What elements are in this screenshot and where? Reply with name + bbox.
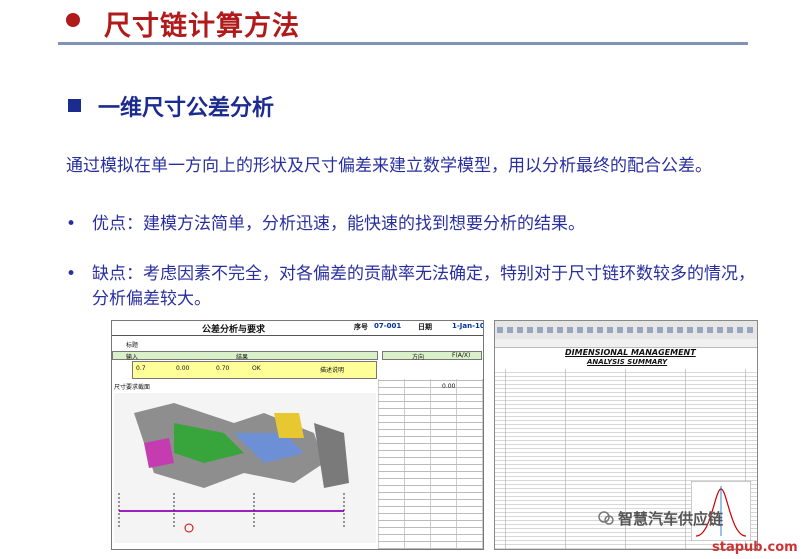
bullet-dot-icon: • [66, 214, 77, 234]
column-header-row [495, 339, 757, 348]
cell-value: 0.00 [442, 383, 456, 390]
bullet-text: 缺点：考虑因素不完全，对各偏差的贡献率无法确定，特别对于尺寸链环数较多的情况，分… [92, 264, 755, 309]
serial-value: 07-001 [374, 322, 402, 330]
slide-header: 尺寸链计算方法 [0, 0, 810, 48]
label-fax: F(A/X) [452, 352, 471, 359]
tolerance-analysis-sheet-image: 公差分析与要求 序号 07-001 日期 1-Jan-10 标题 输入 0.7 … [111, 320, 484, 550]
cell-value: 0.7 [136, 365, 146, 372]
section-bullet-icon [68, 99, 81, 112]
title-divider [58, 42, 748, 45]
intro-paragraph: 通过模拟在单一方向上的形状及尺寸偏差来建立数学模型，用以分析最终的配合公差。 [66, 156, 712, 176]
section-title: 一维尺寸公差分析 [98, 96, 275, 121]
label-result: 结果 [236, 354, 249, 361]
wechat-icon [598, 511, 614, 525]
cell-value: OK [252, 365, 261, 372]
label-section: 尺寸要求截面 [114, 384, 151, 391]
label-input: 输入 [126, 354, 139, 361]
bullet-advantage: • 优点：建模方法简单，分析迅速，能快速的找到想要分析的结果。 [66, 212, 756, 237]
dm-title: DIMENSIONAL MANAGEMENT [565, 348, 696, 357]
serial-label: 序号 [354, 323, 368, 331]
tolerance-grid [378, 379, 483, 549]
excel-toolbar [495, 321, 757, 340]
cell-value: 0.00 [176, 365, 190, 372]
sheet-title: 公差分析与要求 [202, 325, 266, 335]
label-direction: 方向 [412, 354, 425, 361]
dm-subtitle: ANALYSIS SUMMARY [587, 358, 668, 366]
bullet-text: 优点：建模方法简单，分析迅速，能快速的找到想要分析的结果。 [92, 214, 585, 234]
date-label: 日期 [418, 323, 432, 331]
cad-assembly-image [114, 393, 376, 543]
bullet-dot-icon: • [66, 264, 77, 284]
title-bullet-icon [66, 13, 80, 27]
watermark-text: 智慧汽车供应链 [618, 510, 724, 528]
bullet-disadvantage: • 缺点：考虑因素不完全，对各偏差的贡献率无法确定，特别对于尺寸链环数较多的情况… [66, 262, 756, 312]
label-heading: 标题 [126, 342, 139, 349]
label-description: 描述说明 [320, 367, 345, 374]
date-value: 1-Jan-10 [452, 322, 484, 330]
slide-title: 尺寸链计算方法 [104, 11, 300, 42]
cell-value: 0.70 [216, 365, 230, 372]
watermark-site: stapub.com [712, 540, 798, 555]
sheet-header: 公差分析与要求 序号 07-001 日期 1-Jan-10 [112, 321, 484, 336]
